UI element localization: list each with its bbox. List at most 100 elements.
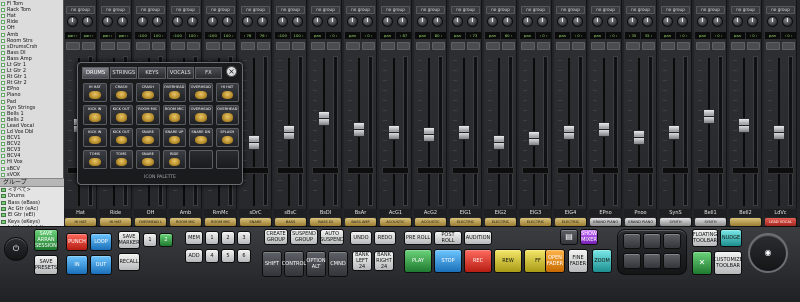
- mem-6-button[interactable]: 6: [237, 249, 251, 263]
- palette-icon[interactable]: TOMS: [109, 149, 133, 169]
- track-name-label[interactable]: ElG4: [554, 209, 587, 217]
- group-selector[interactable]: no group: [486, 6, 515, 14]
- send-knob-icon[interactable]: [502, 16, 513, 27]
- stop-button[interactable]: STOP: [434, 249, 462, 273]
- pan-right-readout[interactable]: 100 ›: [221, 32, 236, 39]
- pan-right-readout[interactable]: ‹ 0 ›: [676, 32, 691, 39]
- save-presets-button[interactable]: SAVE PRESETS: [34, 255, 58, 275]
- send-knob-icon[interactable]: [102, 16, 113, 27]
- track-name-label[interactable]: Ride: [99, 209, 132, 217]
- solo-button[interactable]: [521, 42, 535, 50]
- send-knob-icon[interactable]: [767, 16, 778, 27]
- palette-icon[interactable]: [215, 149, 239, 169]
- solo-button[interactable]: [241, 42, 255, 50]
- solo-button[interactable]: [171, 42, 185, 50]
- send-knob-icon[interactable]: [522, 16, 533, 27]
- nudge-button[interactable]: NUDGE: [720, 229, 742, 247]
- track-icon-badge[interactable]: ELECTRIC: [485, 218, 516, 226]
- pan-right-readout[interactable]: 76 ›: [256, 32, 271, 39]
- mem-5-button[interactable]: 5: [221, 249, 235, 263]
- track-name-label[interactable]: ElG1: [449, 209, 482, 217]
- mute-button[interactable]: [676, 42, 690, 50]
- track-checkbox[interactable]: [1, 14, 5, 19]
- track-icon-badge[interactable]: OVERHEAD L: [135, 218, 166, 226]
- palette-icon[interactable]: OVERHEAD: [215, 105, 239, 125]
- volume-fader[interactable]: [773, 124, 785, 140]
- pan-left-readout[interactable]: pan: [730, 32, 745, 39]
- solo-button[interactable]: [101, 42, 115, 50]
- track-icon-badge[interactable]: HI HAT: [65, 218, 96, 226]
- send-knob-icon[interactable]: [397, 16, 408, 27]
- pan-left-readout[interactable]: pan: [380, 32, 395, 39]
- track-checkbox[interactable]: [1, 166, 5, 171]
- group-selector[interactable]: no group: [521, 6, 550, 14]
- mute-button[interactable]: [291, 42, 305, 50]
- send-knob-icon[interactable]: [172, 16, 183, 27]
- solo-button[interactable]: [206, 42, 220, 50]
- palette-icon[interactable]: SNARE UP: [162, 127, 186, 147]
- volume-fader[interactable]: [668, 124, 680, 140]
- track-name-label[interactable]: ElG3: [519, 209, 552, 217]
- palette-icon[interactable]: TOMS: [83, 149, 107, 169]
- solo-button[interactable]: [731, 42, 745, 50]
- mem-4-button[interactable]: 4: [205, 249, 219, 263]
- pan-left-readout[interactable]: pan ‹ 58: [100, 32, 115, 39]
- track-name-label[interactable]: ElG2: [484, 209, 517, 217]
- track-name-label[interactable]: LdVc: [764, 209, 797, 217]
- group-selector[interactable]: no group: [206, 6, 235, 14]
- pan-right-readout[interactable]: ‹ 73: [466, 32, 481, 39]
- mem-button[interactable]: MEM: [185, 231, 203, 245]
- tools-icon[interactable]: ✕: [692, 251, 712, 275]
- palette-tab-fx[interactable]: FX: [194, 67, 223, 79]
- send-knob-icon[interactable]: [487, 16, 498, 27]
- track-checkbox[interactable]: [1, 99, 5, 104]
- pan-right-readout[interactable]: 100 ›: [151, 32, 166, 39]
- send-knob-icon[interactable]: [452, 16, 463, 27]
- volume-fader[interactable]: [703, 108, 715, 124]
- edit-pad-button-2[interactable]: [643, 233, 661, 249]
- auto-suspend-button[interactable]: AUTO SUSPEND: [320, 229, 344, 245]
- in-button[interactable]: IN: [66, 255, 88, 275]
- track-name-label[interactable]: Bell1: [694, 209, 727, 217]
- track-icon-badge[interactable]: BASS DI: [310, 218, 341, 226]
- track-checkbox[interactable]: [1, 123, 5, 128]
- track-name-label[interactable]: RmMc: [204, 209, 237, 217]
- solo-button[interactable]: [661, 42, 675, 50]
- track-checkbox[interactable]: [1, 117, 5, 122]
- palette-icon[interactable]: HI HAT: [215, 83, 239, 103]
- volume-fader[interactable]: [248, 135, 260, 151]
- track-name-label[interactable]: AcG2: [414, 209, 447, 217]
- group-selector[interactable]: no group: [66, 6, 95, 14]
- zoom-button[interactable]: ZOOM: [592, 249, 612, 273]
- group-selector[interactable]: no group: [171, 6, 200, 14]
- track-icon-badge[interactable]: GRAND PIANO: [590, 218, 621, 226]
- palette-icon[interactable]: SNARE: [136, 127, 160, 147]
- send-knob-icon[interactable]: [712, 16, 723, 27]
- send-knob-icon[interactable]: [467, 16, 478, 27]
- track-icon-badge[interactable]: [730, 218, 761, 226]
- track-checkbox[interactable]: [1, 8, 5, 13]
- palette-icon[interactable]: OVERHEAD: [162, 83, 186, 103]
- volume-fader[interactable]: [598, 121, 610, 137]
- group-selector[interactable]: no group: [101, 6, 130, 14]
- mute-button[interactable]: [256, 42, 270, 50]
- group-selector[interactable]: no group: [416, 6, 445, 14]
- jog-wheel[interactable]: ◉: [748, 233, 788, 273]
- palette-tab-drums[interactable]: DRUMS: [82, 67, 110, 79]
- redo-button[interactable]: REDO: [374, 231, 396, 245]
- mute-button[interactable]: [221, 42, 235, 50]
- pan-right-readout[interactable]: ‹ 0 ›: [606, 32, 621, 39]
- group-selector[interactable]: no group: [136, 6, 165, 14]
- mem-2-button[interactable]: 2: [221, 231, 235, 245]
- pan-right-readout[interactable]: ‹ 0 ›: [571, 32, 586, 39]
- track-name-label[interactable]: EPno: [589, 209, 622, 217]
- send-knob-icon[interactable]: [557, 16, 568, 27]
- control-key[interactable]: CONTROL: [282, 251, 306, 277]
- track-icon-badge[interactable]: SYNTH: [695, 218, 726, 226]
- send-knob-icon[interactable]: [642, 16, 653, 27]
- palette-icon[interactable]: ROOM MIC: [162, 105, 186, 125]
- mem-3-button[interactable]: 3: [237, 231, 251, 245]
- send-knob-icon[interactable]: [347, 16, 358, 27]
- option-key[interactable]: OPTION ALT: [306, 251, 326, 277]
- solo-button[interactable]: [766, 42, 780, 50]
